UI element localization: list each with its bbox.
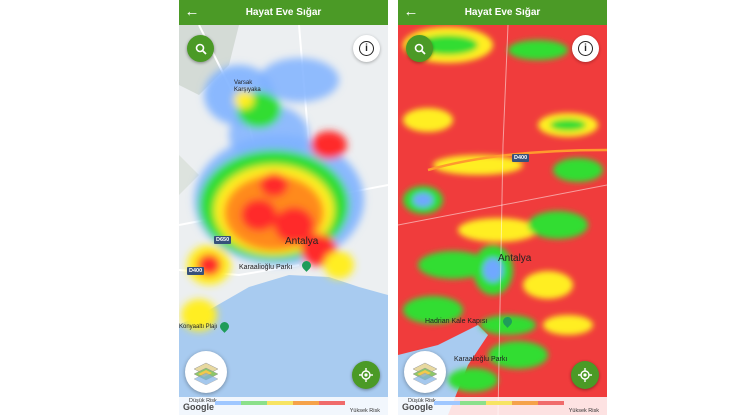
map-layers-button[interactable] xyxy=(185,351,227,393)
info-icon: i xyxy=(578,41,593,56)
arrow-left-icon: ← xyxy=(184,3,200,20)
arrow-left-icon: ← xyxy=(403,3,419,20)
park-label: Karaalioğlu Parkı xyxy=(454,356,508,363)
back-button[interactable]: ← xyxy=(402,3,420,21)
map-layers-icon xyxy=(412,362,438,385)
legend-swatch xyxy=(434,401,460,405)
road-shield-d400: D400 xyxy=(512,154,530,162)
back-button[interactable]: ← xyxy=(183,3,201,21)
legend-swatch xyxy=(215,401,241,405)
info-icon: i xyxy=(359,41,374,56)
legend-swatch xyxy=(241,401,267,405)
city-label: Antalya xyxy=(498,253,532,264)
road-shield-d400: D400 xyxy=(187,267,205,275)
app-title: Hayat Eve Sığar xyxy=(245,7,322,18)
legend-high-label: Yüksek Risk xyxy=(568,408,599,414)
search-button[interactable] xyxy=(406,35,433,62)
my-location-button[interactable] xyxy=(352,361,380,389)
legend-color-bar xyxy=(215,401,345,405)
road-shield-d650: D650 xyxy=(214,236,232,244)
district-label: Varsak Karşıyaka xyxy=(234,80,261,93)
my-location-icon xyxy=(359,368,373,382)
app-bar: ← Hayat Eve Sığar xyxy=(179,0,388,25)
legend-swatch xyxy=(538,401,564,405)
city-label: Antalya xyxy=(285,236,319,247)
my-location-icon xyxy=(578,368,592,382)
map-layers-icon xyxy=(193,362,219,385)
info-button[interactable]: i xyxy=(353,35,380,62)
search-icon xyxy=(195,43,207,55)
beach-label: Konyaaltı Plajı xyxy=(179,324,218,330)
legend-high-label: Yüksek Risk xyxy=(349,408,380,414)
left-screen: ← Hayat Eve Sığar Varsak Karşıyaka Antal… xyxy=(179,0,388,415)
app-bar: ← Hayat Eve Sığar xyxy=(398,0,607,25)
info-button[interactable]: i xyxy=(572,35,599,62)
google-attribution: Google xyxy=(183,402,214,412)
legend-swatch xyxy=(460,401,486,405)
gate-label: Hadrian Kale Kapısı xyxy=(425,318,488,325)
legend-color-bar xyxy=(434,401,564,405)
legend-swatch xyxy=(293,401,319,405)
right-screen: ← Hayat Eve Sığar Antalya Hadrian Kale K… xyxy=(398,0,607,415)
my-location-button[interactable] xyxy=(571,361,599,389)
legend-swatch xyxy=(486,401,512,405)
google-attribution: Google xyxy=(402,402,433,412)
search-icon xyxy=(414,43,426,55)
legend-swatch xyxy=(512,401,538,405)
legend-swatch xyxy=(267,401,293,405)
map-layers-button[interactable] xyxy=(404,351,446,393)
app-title: Hayat Eve Sığar xyxy=(464,7,541,18)
legend-swatch xyxy=(319,401,345,405)
search-button[interactable] xyxy=(187,35,214,62)
park-label: Karaalioğlu Parkı xyxy=(239,264,293,271)
